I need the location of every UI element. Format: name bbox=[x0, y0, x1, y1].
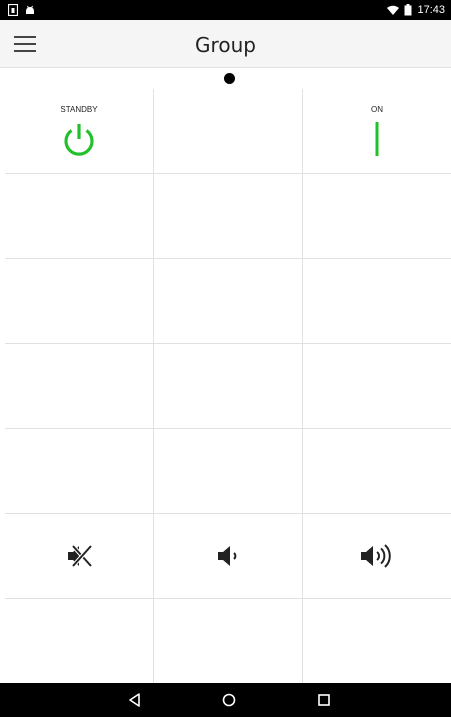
back-icon bbox=[129, 693, 140, 707]
status-bar: 17:43 bbox=[0, 0, 451, 20]
volume-down-icon bbox=[218, 546, 237, 566]
recents-icon bbox=[318, 694, 330, 706]
wifi-icon bbox=[387, 5, 400, 15]
grid-cell-empty[interactable] bbox=[303, 344, 451, 429]
status-right: 17:43 bbox=[387, 3, 445, 17]
grid-cell-empty[interactable] bbox=[154, 174, 303, 259]
volume-up-button[interactable] bbox=[303, 514, 451, 599]
standby-label: STANDBY bbox=[60, 105, 98, 114]
grid-cell-empty[interactable] bbox=[5, 259, 154, 344]
grid-cell-empty[interactable] bbox=[5, 174, 154, 259]
page-dot-active[interactable] bbox=[224, 73, 235, 84]
home-button[interactable] bbox=[220, 691, 238, 709]
grid-cell-empty[interactable] bbox=[303, 599, 451, 684]
mute-icon bbox=[68, 544, 93, 568]
volume-down-button[interactable] bbox=[154, 514, 303, 599]
grid-cell-empty[interactable] bbox=[154, 344, 303, 429]
grid-cell-empty[interactable] bbox=[5, 599, 154, 684]
grid-cell-empty[interactable] bbox=[154, 259, 303, 344]
battery-icon bbox=[404, 4, 412, 16]
app-bar: Group bbox=[0, 20, 451, 68]
recents-button[interactable] bbox=[315, 691, 333, 709]
sim-icon bbox=[8, 4, 18, 16]
power-icon bbox=[64, 124, 94, 156]
android-icon bbox=[26, 5, 34, 14]
power-on-bar-icon bbox=[375, 122, 379, 156]
grid-cell-empty[interactable] bbox=[154, 429, 303, 514]
page-indicator bbox=[0, 69, 451, 89]
home-icon bbox=[222, 693, 236, 707]
grid-cell-empty[interactable] bbox=[303, 429, 451, 514]
status-left bbox=[8, 3, 35, 17]
on-button[interactable]: ON bbox=[303, 89, 451, 174]
grid-cell-empty[interactable] bbox=[5, 344, 154, 429]
status-time: 17:43 bbox=[417, 4, 445, 16]
on-label: ON bbox=[371, 105, 383, 114]
grid-cell-empty[interactable] bbox=[154, 599, 303, 684]
grid-cell-empty[interactable] bbox=[303, 174, 451, 259]
back-button[interactable] bbox=[126, 691, 144, 709]
remote-button-grid: STANDBY ON bbox=[5, 89, 451, 684]
grid-cell-empty[interactable] bbox=[303, 259, 451, 344]
mute-button[interactable] bbox=[5, 514, 154, 599]
standby-button[interactable]: STANDBY bbox=[5, 89, 154, 174]
grid-cell-empty[interactable] bbox=[5, 429, 154, 514]
volume-up-icon bbox=[361, 544, 391, 568]
system-nav-bar bbox=[0, 683, 451, 717]
page-title: Group bbox=[195, 33, 256, 57]
grid-cell-empty[interactable] bbox=[154, 89, 303, 174]
